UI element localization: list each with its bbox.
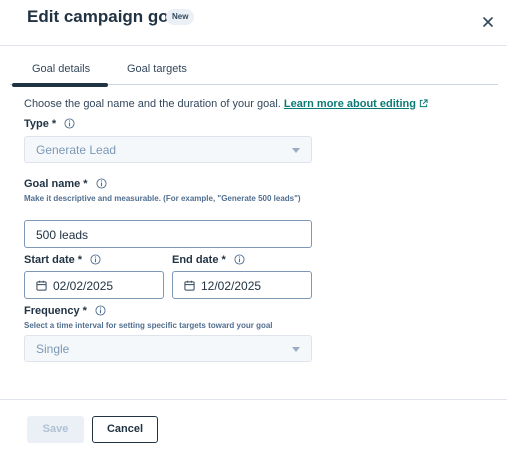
frequency-label: Frequency *	[24, 305, 106, 317]
external-link-icon[interactable]	[419, 99, 428, 108]
goal-name-hint: Make it descriptive and measurable. (For…	[24, 194, 301, 203]
learn-more-link-label: Learn more about editing	[283, 98, 416, 110]
intro-text: Choose the goal name and the duration of…	[24, 98, 428, 110]
type-select[interactable]: Generate Lead	[24, 136, 312, 163]
goal-name-label-text: Goal name *	[24, 178, 88, 190]
info-icon[interactable]	[64, 118, 75, 129]
calendar-icon	[36, 280, 47, 291]
end-date-label-text: End date *	[172, 254, 226, 266]
frequency-label-text: Frequency *	[24, 305, 87, 317]
end-date-input[interactable]: 12/02/2025	[172, 271, 312, 299]
start-date-label-text: Start date *	[24, 254, 83, 266]
end-date-value: 12/02/2025	[201, 279, 262, 293]
goal-name-label: Goal name *	[24, 178, 107, 190]
info-icon[interactable]	[234, 254, 245, 265]
frequency-select[interactable]: Single	[24, 335, 312, 362]
type-select-value: Generate Lead	[36, 143, 117, 157]
start-date-label: Start date *	[24, 254, 101, 266]
info-icon[interactable]	[90, 254, 101, 265]
start-date-input[interactable]: 02/02/2025	[24, 271, 164, 299]
chevron-down-icon	[292, 148, 300, 153]
close-icon[interactable]	[480, 14, 496, 30]
goal-name-input[interactable]: 500 leads	[24, 220, 312, 248]
footer-divider	[0, 399, 507, 400]
calendar-icon	[184, 280, 195, 291]
modal-header: Edit campaign goal New	[0, 0, 507, 46]
tab-goal-targets[interactable]: Goal targets	[127, 63, 187, 75]
start-date-value: 02/02/2025	[53, 279, 114, 293]
cancel-button[interactable]: Cancel	[92, 416, 158, 443]
new-badge: New	[166, 9, 195, 25]
type-label: Type *	[24, 118, 75, 130]
save-button[interactable]: Save	[27, 416, 84, 443]
frequency-hint: Select a time interval for setting speci…	[24, 321, 273, 330]
chevron-down-icon	[292, 347, 300, 352]
frequency-select-value: Single	[36, 342, 70, 356]
intro-description: Choose the goal name and the duration of…	[24, 98, 281, 110]
info-icon[interactable]	[96, 178, 107, 189]
end-date-label: End date *	[172, 254, 245, 266]
type-label-text: Type *	[24, 118, 57, 130]
learn-more-link[interactable]: Learn more about editing	[284, 98, 416, 110]
active-tab-indicator	[12, 83, 108, 87]
tab-goal-details[interactable]: Goal details	[32, 63, 90, 75]
info-icon[interactable]	[95, 305, 106, 316]
modal-title: Edit campaign goal	[27, 7, 183, 26]
goal-name-value: 500 leads	[36, 228, 89, 242]
